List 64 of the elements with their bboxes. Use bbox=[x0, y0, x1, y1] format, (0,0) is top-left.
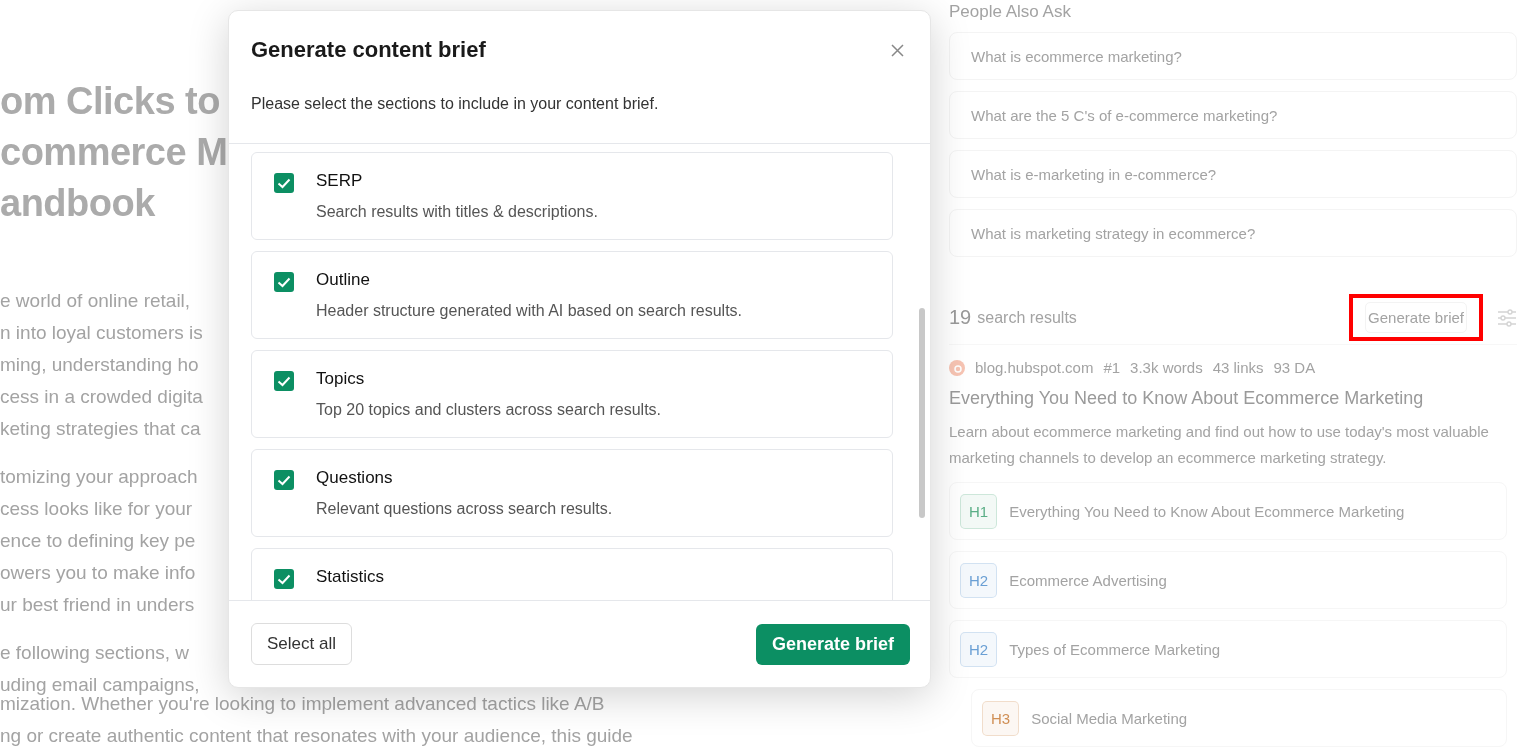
heading-tag: H2 bbox=[960, 562, 998, 598]
result-label: search results bbox=[977, 308, 1078, 327]
result-title: Everything You Need to Know About Ecommerce Marketing bbox=[949, 388, 1425, 409]
checkbox[interactable] bbox=[274, 569, 294, 589]
checkbox[interactable] bbox=[274, 272, 294, 292]
article-title: andbook bbox=[0, 181, 156, 226]
article-text: n into loyal customers is bbox=[0, 321, 204, 345]
article-text: ence to defining key pe bbox=[0, 529, 197, 553]
article-text: ng or create authentic content that resonates with your audience, this guide bbox=[0, 724, 634, 748]
article-text: e following sections, w bbox=[0, 641, 191, 665]
check-icon bbox=[277, 474, 291, 486]
result-count: 19 bbox=[949, 306, 972, 329]
section-option[interactable]: Questions Relevant questions across search results. bbox=[251, 449, 893, 537]
section-title: Questions bbox=[316, 468, 394, 488]
section-description: Top 20 topics and clusters across search results. bbox=[316, 401, 662, 419]
section-option[interactable]: Outline Header structure generated with AI based on search results. bbox=[251, 251, 893, 339]
outline-text: Ecommerce Advertising bbox=[1009, 571, 1167, 589]
section-option[interactable]: Topics Top 20 topics and clusters across search results. bbox=[251, 350, 893, 438]
article-text: cess looks like for your bbox=[0, 497, 194, 521]
result-stat: 43 links bbox=[1212, 359, 1264, 376]
section-title: SERP bbox=[316, 171, 364, 191]
outline-text: Types of Ecommerce Marketing bbox=[1009, 640, 1221, 658]
outline-text: Everything You Need to Know About Ecommerce Marketing bbox=[1009, 502, 1405, 520]
heading-tag: H3 bbox=[982, 700, 1020, 736]
section-title: Statistics bbox=[316, 567, 385, 587]
result-stat: 93 DA bbox=[1273, 359, 1316, 376]
section-description: Header structure generated with AI based on search results. bbox=[316, 302, 742, 320]
site-favicon-icon bbox=[949, 359, 965, 376]
result-stat: 3.3k words bbox=[1130, 359, 1203, 376]
select-all-button[interactable]: Select all bbox=[251, 623, 352, 665]
close-icon bbox=[891, 43, 904, 57]
article-title: om Clicks to bbox=[0, 79, 221, 124]
result-description: Learn about ecommerce marketing and find out how to use today's most valuable marketing channels to develop an ecommerce marketing strategy. bbox=[949, 422, 1490, 468]
heading-tag: H2 bbox=[960, 631, 998, 667]
checkbox[interactable] bbox=[274, 173, 294, 193]
article-text: e world of online retail, bbox=[0, 289, 192, 313]
article-text: uding email campaigns, bbox=[0, 673, 201, 697]
article-text: cess in a crowded digita bbox=[0, 385, 204, 409]
article-title: commerce M bbox=[0, 130, 228, 175]
heading-tag: H1 bbox=[960, 493, 998, 529]
checkbox[interactable] bbox=[274, 470, 294, 490]
section-heading: People Also Ask bbox=[949, 2, 1072, 22]
generate-brief-button[interactable]: Generate brief bbox=[755, 623, 910, 665]
scrollbar[interactable] bbox=[919, 308, 925, 518]
check-icon bbox=[277, 375, 291, 387]
section-description: Relevant questions across search results. bbox=[316, 500, 613, 518]
outline-text: Social Media Marketing bbox=[1031, 709, 1188, 727]
section-title: Outline bbox=[316, 270, 371, 290]
check-icon bbox=[277, 573, 291, 585]
article-text: ming, understanding ho bbox=[0, 353, 200, 377]
article-text: tomizing your approach bbox=[0, 465, 199, 489]
result-domain: blog.hubspot.com bbox=[975, 359, 1094, 376]
article-text: keting strategies that ca bbox=[0, 417, 202, 441]
modal-title: Generate content brief bbox=[251, 37, 486, 63]
section-title: Topics bbox=[316, 369, 366, 389]
checkbox[interactable] bbox=[274, 371, 294, 391]
modal-subtitle: Please select the sections to include in your content brief. bbox=[251, 95, 660, 113]
check-icon bbox=[277, 177, 291, 189]
check-icon bbox=[277, 276, 291, 288]
article-text: owers you to make info bbox=[0, 561, 197, 585]
article-text: ur best friend in unders bbox=[0, 593, 196, 617]
result-stat: #1 bbox=[1103, 359, 1121, 376]
section-description: Search results with titles & descriptions. bbox=[316, 203, 598, 221]
section-option[interactable]: SERP Search results with titles & descriptions. bbox=[251, 152, 893, 240]
